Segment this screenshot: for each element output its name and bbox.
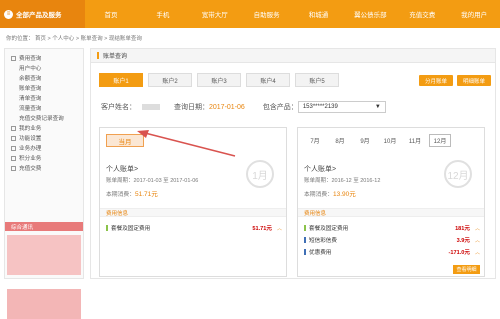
query-info: 客户姓名： 查询日期： 2017-01-06 包含产品： 153*****2139…	[101, 101, 386, 113]
tab-account-4[interactable]: 账户4	[246, 73, 290, 87]
expand-icon	[11, 165, 16, 171]
title-bar-icon	[97, 52, 99, 59]
current-cost: 本期消费：51.71元	[106, 191, 158, 198]
bill-period: 账单周期：2016-12 至 2016-12	[304, 178, 381, 184]
expand-icon	[11, 135, 16, 141]
sidebar-item[interactable]: 余额查询	[5, 73, 83, 83]
promo-banner[interactable]	[7, 289, 81, 319]
dropdown-arrow-icon: ▼	[374, 104, 381, 110]
nav-my-user[interactable]: 我的用户	[448, 0, 500, 28]
bill-panel: 账单查询 账户1 账户2 账户3 账户4 账户5 分月账单 明细账单 客户姓名：…	[90, 48, 496, 279]
nav-home[interactable]: 首页	[85, 0, 137, 28]
expand-icon	[11, 145, 16, 151]
fee-marker-icon	[304, 225, 306, 231]
tab-account-3[interactable]: 账户3	[197, 73, 241, 87]
month-circle-icon: 1月	[246, 160, 274, 188]
breadcrumb: 你的位置： 首页 > 个人中心 > 账单查询 > 现结账单查询	[6, 36, 142, 42]
caret-up-icon[interactable]: ︿	[470, 225, 480, 232]
personal-bill-link[interactable]: 个人账单>	[304, 164, 336, 174]
tab-account-2[interactable]: 账户2	[148, 73, 192, 87]
sidebar-item[interactable]: 流量查询	[5, 103, 83, 113]
sidebar-item[interactable]: 费用查询	[5, 53, 83, 63]
all-products-menu[interactable]: ≡ 全部产品及服务	[0, 0, 85, 28]
sidebar-item[interactable]: 清单查询	[5, 93, 83, 103]
caret-up-icon[interactable]: ︿	[470, 249, 480, 256]
view-detail-button[interactable]: 查看明细	[453, 265, 480, 274]
month-tabs: 7月 8月 9月 10月 11月 12月	[304, 134, 451, 147]
period-cost: 本期消费：13.90元	[304, 191, 356, 198]
fee-info-header: 费用信息	[100, 208, 286, 217]
tab-month-7[interactable]: 7月	[304, 134, 326, 147]
sidebar-item[interactable]: 充值交费记录查询	[5, 113, 83, 123]
monthly-bill-button[interactable]: 分月账单	[419, 75, 453, 86]
date-value: 2017-01-06	[209, 103, 245, 111]
sidebar-item[interactable]: 充值交费	[5, 163, 83, 173]
sidebar-item[interactable]: 我的业务	[5, 123, 83, 133]
tab-account-1[interactable]: 账户1	[99, 73, 143, 87]
menu-icon: ≡	[4, 9, 13, 19]
product-label: 包含产品：	[262, 104, 298, 111]
nav-broadband[interactable]: 宽带大厅	[189, 0, 241, 28]
name-label: 客户姓名：	[101, 104, 136, 111]
nav-self-service[interactable]: 自助服务	[241, 0, 293, 28]
sidebar: 费用查询 用户中心 余额查询 账单查询 清单查询 流量查询 充值交费记录查询 我…	[4, 48, 84, 319]
fee-marker-icon	[304, 249, 306, 255]
tab-month-12[interactable]: 12月	[429, 134, 451, 147]
tab-month-10[interactable]: 10月	[379, 134, 401, 147]
panel-title: 账单查询	[91, 49, 495, 63]
promo-banner[interactable]	[7, 235, 81, 275]
nav-phone[interactable]: 手机	[137, 0, 189, 28]
tab-month-9[interactable]: 9月	[354, 134, 376, 147]
detail-bill-button[interactable]: 明细账单	[457, 75, 491, 86]
brand-label: 全部产品及服务	[16, 12, 62, 19]
fee-row[interactable]: 套餐及固定费用 51.71元 ︿	[106, 224, 282, 232]
name-value	[142, 104, 160, 110]
fee-marker-icon	[106, 225, 108, 231]
bill-period: 账单周期：2017-01-03 至 2017-01-06	[106, 178, 199, 184]
personal-bill-link[interactable]: 个人账单>	[106, 164, 138, 174]
tab-month-8[interactable]: 8月	[329, 134, 351, 147]
caret-up-icon[interactable]: ︿	[470, 237, 480, 244]
sidebar-item[interactable]: 账单查询	[5, 83, 83, 93]
annotation-arrow-icon	[137, 130, 236, 157]
fee-info-header: 费用信息	[298, 208, 484, 217]
product-select[interactable]: 153*****2139 ▼	[297, 101, 386, 113]
fee-marker-icon	[304, 237, 306, 243]
collapse-icon	[11, 55, 16, 61]
nav-recharge[interactable]: 充值交费	[396, 0, 448, 28]
month-circle-icon: 12月	[444, 160, 472, 188]
expand-icon	[11, 155, 16, 161]
expand-icon	[11, 125, 16, 131]
tab-account-5[interactable]: 账户5	[295, 73, 339, 87]
sidebar-item[interactable]: 积分业务	[5, 153, 83, 163]
date-label: 查询日期：	[174, 104, 209, 111]
fee-row[interactable]: 短信彩信费 3.9元 ︿	[304, 236, 480, 244]
top-nav: ≡ 全部产品及服务 首页 手机 宽带大厅 自助服务 和城通 翼公债乐部 充值交费 …	[0, 0, 500, 28]
caret-up-icon[interactable]: ︿	[272, 225, 282, 232]
sidebar-item[interactable]: 业务办理	[5, 143, 83, 153]
history-month-card: 7月 8月 9月 10月 11月 12月 个人账单> 账单周期：2016-12 …	[297, 127, 485, 277]
nav-club[interactable]: 翼公债乐部	[344, 0, 396, 28]
nav-city[interactable]: 和城通	[293, 0, 345, 28]
tab-month-11[interactable]: 11月	[404, 134, 426, 147]
sidebar-item[interactable]: 功能设置	[5, 133, 83, 143]
fee-row[interactable]: 优惠费用 -171.0元 ︿	[304, 248, 480, 256]
sidebar-section-title: 综合通讯	[5, 222, 83, 231]
account-tabs: 账户1 账户2 账户3 账户4 账户5	[99, 73, 339, 87]
fee-row[interactable]: 套餐及固定费用 181元 ︿	[304, 224, 480, 232]
sidebar-item[interactable]: 用户中心	[5, 63, 83, 73]
